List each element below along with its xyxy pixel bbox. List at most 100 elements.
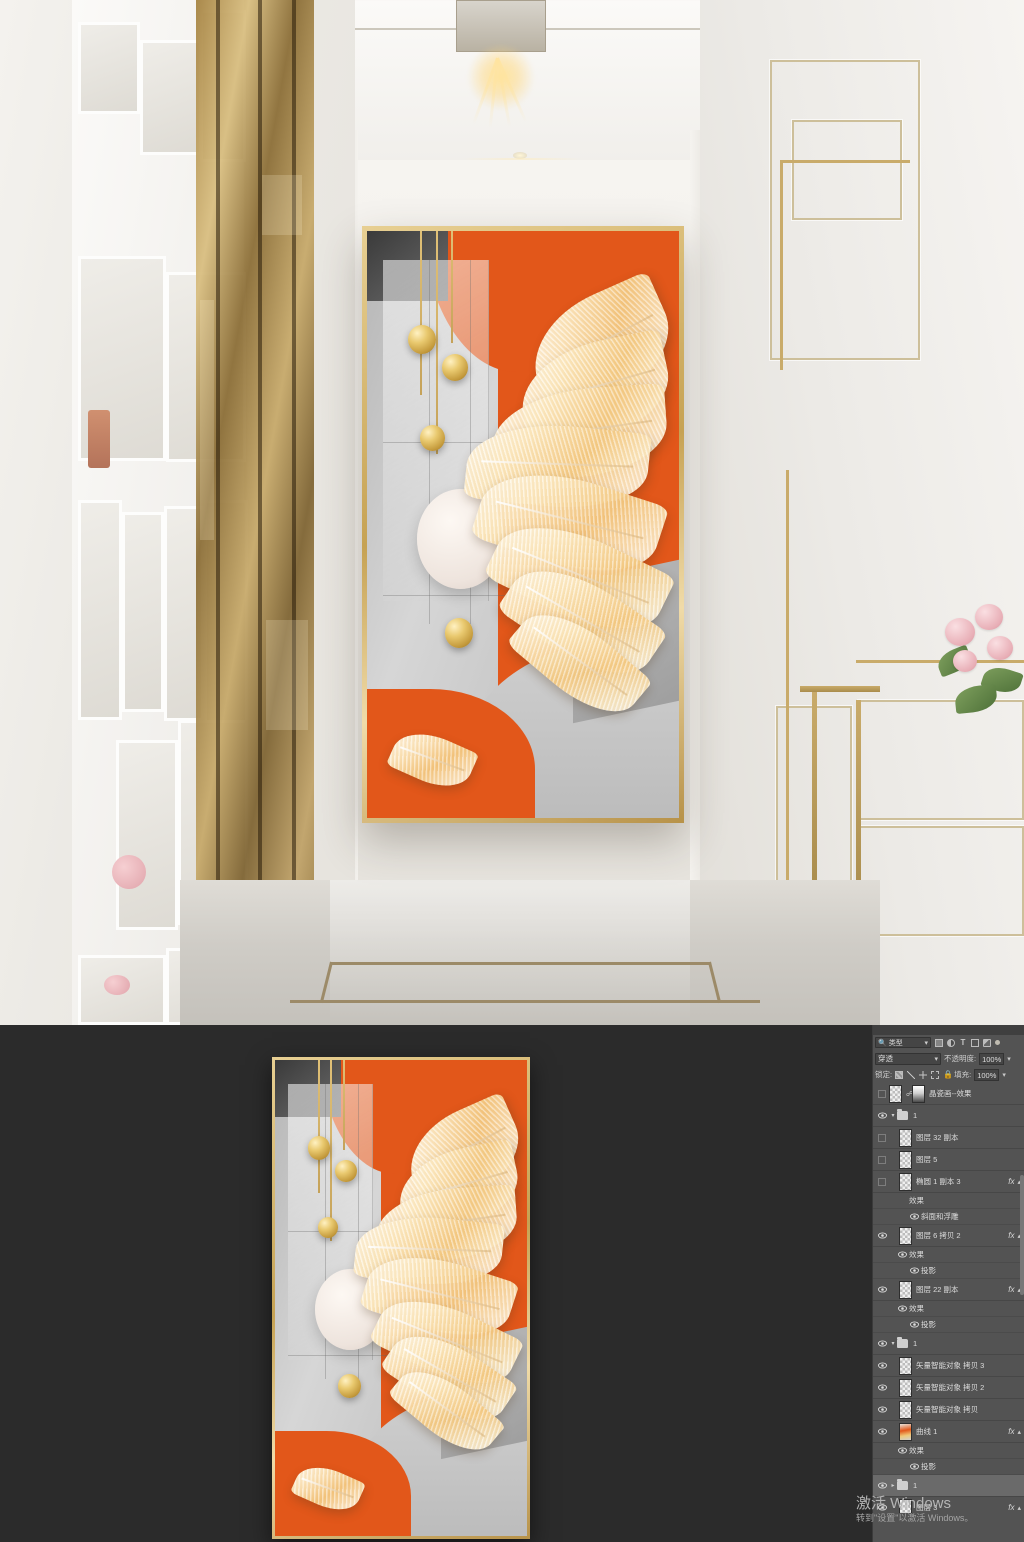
layer-thumbnail[interactable] bbox=[889, 1084, 902, 1103]
layer-fx-badge[interactable]: fx▴ bbox=[1008, 1503, 1024, 1512]
chevron-down-icon[interactable]: ▾ bbox=[889, 1340, 897, 1347]
layer-row[interactable]: 矢量智能对象 拷贝 3 bbox=[873, 1355, 1024, 1377]
effect-visibility-toggle[interactable] bbox=[895, 1193, 909, 1209]
smart-object-filter-icon[interactable] bbox=[983, 1038, 991, 1047]
effect-label: 斜面和浮雕 bbox=[921, 1212, 959, 1221]
gold-wall-trim bbox=[786, 470, 789, 940]
adjustment-filter-icon[interactable] bbox=[947, 1038, 955, 1047]
layer-effect-item[interactable]: 投影 bbox=[873, 1459, 1024, 1475]
layer-name: 矢量智能对象 拷贝 3 bbox=[916, 1361, 985, 1370]
layer-visibility-toggle[interactable] bbox=[875, 1377, 889, 1399]
layer-mask-thumbnail[interactable] bbox=[912, 1084, 925, 1103]
layer-thumbnail[interactable] bbox=[899, 1150, 912, 1169]
layer-visibility-toggle[interactable] bbox=[875, 1279, 889, 1301]
lock-artboard-icon[interactable] bbox=[931, 1070, 940, 1079]
group-visibility-toggle[interactable] bbox=[875, 1105, 889, 1127]
opacity-chevron-down-icon[interactable]: ▾ bbox=[1007, 1055, 1011, 1063]
layer-row[interactable]: 矢量智能对象 拷贝 bbox=[873, 1399, 1024, 1421]
layer-row[interactable]: ☍ 晶瓷画--效果 bbox=[873, 1083, 1024, 1105]
layer-thumbnail[interactable] bbox=[899, 1128, 912, 1147]
effect-visibility-toggle[interactable] bbox=[895, 1301, 909, 1317]
floor-reflection bbox=[330, 880, 690, 1025]
layer-effects-group[interactable]: 效果 bbox=[873, 1193, 1024, 1209]
chevron-down-icon[interactable]: ▾ bbox=[889, 1112, 897, 1119]
group-visibility-toggle[interactable] bbox=[875, 1475, 889, 1497]
chevron-up-icon[interactable]: ▴ bbox=[1017, 1504, 1021, 1512]
effect-visibility-toggle[interactable] bbox=[907, 1459, 921, 1475]
layer-row[interactable]: 图层 5 bbox=[873, 1149, 1024, 1171]
layer-thumbnail[interactable] bbox=[899, 1356, 912, 1375]
chevron-down-icon: ▾ bbox=[934, 1055, 938, 1063]
cabinet-reflection bbox=[200, 300, 214, 540]
layer-fx-badge[interactable]: fx▴ bbox=[1008, 1427, 1024, 1436]
layer-visibility-toggle[interactable] bbox=[875, 1225, 889, 1247]
photoshop-canvas-artwork[interactable] bbox=[272, 1057, 530, 1539]
layer-visibility-toggle[interactable] bbox=[875, 1399, 889, 1421]
layer-group-row[interactable]: ▸ 1 bbox=[873, 1475, 1024, 1497]
type-filter-icon[interactable]: T bbox=[959, 1038, 967, 1047]
layer-row[interactable]: 椭圆 1 副本 3fx▴ bbox=[873, 1171, 1024, 1193]
lock-image-icon[interactable] bbox=[907, 1070, 916, 1079]
layer-thumbnail[interactable] bbox=[899, 1400, 912, 1419]
layer-visibility-toggle[interactable] bbox=[875, 1127, 889, 1149]
chevron-up-icon[interactable]: ▴ bbox=[1017, 1428, 1021, 1436]
fill-chevron-down-icon[interactable]: ▾ bbox=[1002, 1071, 1006, 1079]
shape-filter-icon[interactable] bbox=[971, 1038, 979, 1047]
layer-thumbnail[interactable] bbox=[899, 1172, 912, 1191]
layer-row[interactable]: 曲线 1 fx ▴ bbox=[873, 1421, 1024, 1443]
effect-label: 效果 bbox=[909, 1196, 924, 1205]
effect-visibility-toggle[interactable] bbox=[907, 1209, 921, 1225]
layer-row[interactable]: 图层 22 副本fx▴ bbox=[873, 1279, 1024, 1301]
layer-row[interactable]: 图层 32 副本 bbox=[873, 1127, 1024, 1149]
layer-visibility-toggle[interactable] bbox=[875, 1149, 889, 1171]
pixel-filter-icon[interactable] bbox=[935, 1038, 943, 1047]
layer-effects-group[interactable]: 效果 bbox=[873, 1443, 1024, 1459]
layer-group-row[interactable]: ▾ 1 bbox=[873, 1105, 1024, 1127]
pendant-string bbox=[330, 1060, 333, 1241]
layer-effects-group[interactable]: 效果 bbox=[873, 1301, 1024, 1317]
layer-thumbnail[interactable] bbox=[899, 1280, 912, 1299]
opacity-value[interactable]: 100% bbox=[979, 1052, 1005, 1065]
lock-all-icon[interactable]: 🔒 bbox=[943, 1070, 953, 1079]
lock-label: 锁定: bbox=[875, 1070, 893, 1079]
layer-visibility-toggle[interactable] bbox=[875, 1497, 889, 1514]
effect-visibility-toggle[interactable] bbox=[907, 1263, 921, 1279]
lock-position-icon[interactable] bbox=[919, 1070, 928, 1079]
layer-visibility-toggle[interactable] bbox=[875, 1083, 889, 1105]
layer-visibility-toggle[interactable] bbox=[875, 1171, 889, 1193]
layer-row[interactable]: 矢量智能对象 拷贝 2 bbox=[873, 1377, 1024, 1399]
layer-group-row[interactable]: ▾ 1 bbox=[873, 1333, 1024, 1355]
effect-visibility-toggle[interactable] bbox=[907, 1317, 921, 1333]
layer-list-scrollbar[interactable] bbox=[1020, 1175, 1024, 1295]
layer-effect-item[interactable]: 投影 bbox=[873, 1263, 1024, 1279]
filter-toggle-icon[interactable] bbox=[995, 1040, 1000, 1045]
lock-transparent-icon[interactable] bbox=[895, 1070, 904, 1079]
layer-visibility-toggle[interactable] bbox=[875, 1421, 889, 1443]
console-table-leg bbox=[812, 690, 817, 890]
layer-visibility-toggle[interactable] bbox=[875, 1355, 889, 1377]
effect-visibility-toggle[interactable] bbox=[895, 1247, 909, 1263]
group-visibility-toggle[interactable] bbox=[875, 1333, 889, 1355]
layer-thumbnail[interactable] bbox=[899, 1226, 912, 1245]
panel-tab-bar[interactable] bbox=[873, 1025, 1024, 1035]
layer-row[interactable]: 图层 6 拷贝 2fx▴ bbox=[873, 1225, 1024, 1247]
cabinet-seam bbox=[258, 0, 262, 1025]
shelf-cell bbox=[78, 500, 122, 720]
fill-value[interactable]: 100% bbox=[974, 1068, 1000, 1081]
layer-effects-group[interactable]: 效果 bbox=[873, 1247, 1024, 1263]
layer-effect-item[interactable]: 斜面和浮雕 bbox=[873, 1209, 1024, 1225]
effect-visibility-toggle[interactable] bbox=[895, 1443, 909, 1459]
chevron-right-icon[interactable]: ▸ bbox=[889, 1482, 897, 1489]
layer-thumbnail[interactable] bbox=[899, 1498, 912, 1513]
floor-inlay-line bbox=[290, 1000, 760, 1003]
filter-kind-select[interactable]: 🔍 类型 ▾ bbox=[875, 1037, 931, 1048]
effect-label: 效果 bbox=[909, 1446, 924, 1455]
layer-thumbnail[interactable] bbox=[899, 1378, 912, 1397]
layer-name: 矢量智能对象 拷贝 bbox=[916, 1405, 979, 1414]
layer-row[interactable]: 图层 3 fx ▴ bbox=[873, 1497, 1024, 1513]
layer-list[interactable]: ☍晶瓷画--效果▾1图层 32 副本图层 5椭圆 1 副本 3fx▴效果斜面和浮… bbox=[873, 1083, 1024, 1513]
blend-mode-select[interactable]: 穿透 ▾ bbox=[875, 1052, 941, 1065]
layer-effect-item[interactable]: 投影 bbox=[873, 1317, 1024, 1333]
layer-thumbnail[interactable] bbox=[899, 1422, 912, 1441]
rose-bouquet bbox=[934, 598, 1024, 728]
